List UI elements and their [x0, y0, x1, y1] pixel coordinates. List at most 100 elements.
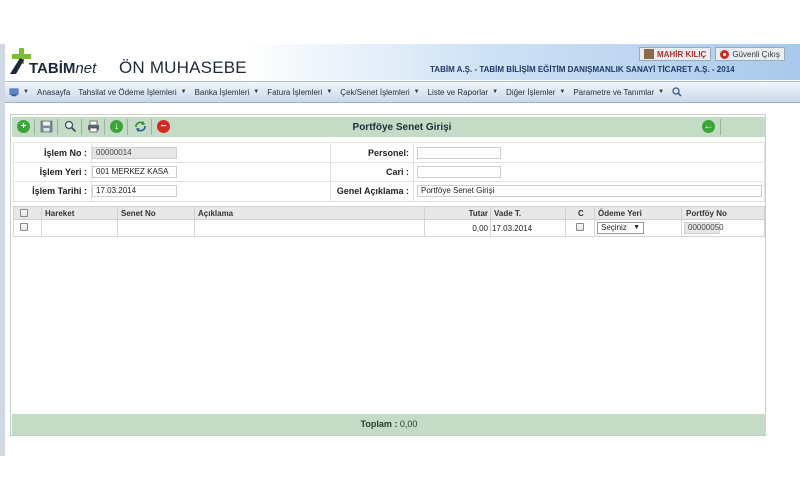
- select-all-checkbox[interactable]: [20, 209, 28, 217]
- islem-no-field[interactable]: 00000014: [92, 147, 177, 159]
- odeme-yeri-value: Seçiniz: [601, 223, 627, 232]
- menu-item-tahsilat[interactable]: Tahsilat ve Ödeme İşlemleri ▼: [74, 81, 190, 103]
- main-menu: ▼ Anasayfa Tahsilat ve Ödeme İşlemleri ▼ …: [5, 81, 800, 103]
- add-button[interactable]: +: [17, 120, 31, 134]
- grid-col-divider: [117, 220, 118, 237]
- row-checkbox[interactable]: [20, 223, 28, 231]
- col-tutar[interactable]: Tutar: [454, 209, 488, 218]
- islem-tarihi-field[interactable]: 17.03.2014: [92, 185, 177, 197]
- grid-col-divider: [565, 207, 566, 221]
- menu-item-diger[interactable]: Diğer İşlemler ▼: [502, 81, 569, 103]
- toolbar-divider: [57, 119, 58, 135]
- menu-item-anasayfa[interactable]: Anasayfa: [33, 81, 74, 103]
- grid-col-divider: [681, 220, 682, 237]
- download-button[interactable]: ↓: [110, 120, 124, 134]
- grid-col-divider: [424, 207, 425, 221]
- tabim-logo[interactable]: TABİMnet: [7, 44, 112, 80]
- search-icon: [672, 87, 682, 97]
- refresh-icon: [135, 121, 146, 132]
- search-icon: [64, 120, 77, 133]
- logout-label: Güvenli Çıkış: [732, 49, 780, 59]
- total-footer: Toplam : 0,00: [12, 414, 766, 435]
- home-icon: [9, 87, 19, 96]
- form-col-divider: [413, 143, 414, 201]
- total-value: 0,00: [399, 419, 418, 429]
- portfoy-no-field[interactable]: 00000050: [684, 222, 724, 234]
- senet-giris-panel: + ↓ − Portföye Senet Girişi ← İşlem No:…: [10, 114, 766, 436]
- grid-col-divider: [117, 207, 118, 221]
- menu-item-parametre[interactable]: Parametre ve Tanımlar ▼: [569, 81, 668, 103]
- app-header: TABİMnet ÖN MUHASEBE MAHİR KILIÇ Güvenli…: [5, 44, 800, 80]
- c-checkbox[interactable]: [576, 223, 584, 231]
- toolbar-divider: [127, 119, 128, 135]
- grid-header: Hareket Senet No Açıklama Tutar Vade T. …: [13, 206, 765, 221]
- genel-aciklama-field[interactable]: Portföye Senet Girişi: [417, 185, 762, 197]
- logout-button[interactable]: Güvenli Çıkış: [715, 47, 785, 61]
- odeme-yeri-select[interactable]: Seçiniz ▼: [597, 222, 644, 234]
- col-portfoy-no[interactable]: Portföy No: [686, 209, 727, 218]
- grid-col-divider: [681, 207, 682, 221]
- logout-icon: [720, 49, 730, 59]
- chevron-down-icon: ▼: [180, 89, 187, 95]
- form-row-divider: [14, 162, 766, 163]
- table-row[interactable]: 0,00 17.03.2014 Seçiniz ▼ 00000050: [13, 220, 765, 237]
- total-label: Toplam :: [360, 419, 398, 429]
- menu-item-fatura[interactable]: Fatura İşlemleri ▼: [263, 81, 336, 103]
- delete-button[interactable]: −: [157, 120, 171, 134]
- grid-col-divider: [490, 207, 491, 221]
- personel-field[interactable]: [417, 147, 501, 159]
- avatar: [644, 49, 654, 59]
- col-odeme-yeri[interactable]: Ödeme Yeri: [598, 209, 642, 218]
- toolbar-divider: [34, 119, 35, 135]
- page: TABİMnet ÖN MUHASEBE MAHİR KILIÇ Güvenli…: [0, 0, 800, 500]
- islem-yeri-field[interactable]: 001 MERKEZ KASA: [92, 166, 177, 178]
- toolbar-divider: [720, 119, 721, 135]
- grid-col-divider: [41, 207, 42, 221]
- cari-field[interactable]: [417, 166, 501, 178]
- col-c[interactable]: C: [578, 209, 584, 218]
- grid-col-divider: [594, 220, 595, 237]
- senet-grid: Hareket Senet No Açıklama Tutar Vade T. …: [13, 206, 765, 238]
- company-name: TABİM A.Ş. - TABİM BİLİŞİM EĞİTİM DANIŞM…: [430, 65, 735, 74]
- menu-home-button[interactable]: ▼: [5, 81, 33, 103]
- chevron-down-icon: ▼: [413, 89, 420, 95]
- save-icon: [40, 120, 53, 133]
- refresh-button[interactable]: [134, 120, 148, 134]
- col-vade[interactable]: Vade T.: [494, 209, 521, 218]
- menu-item-banka[interactable]: Banka İşlemleri ▼: [191, 81, 264, 103]
- chevron-down-icon: ▼: [492, 89, 499, 95]
- islem-yeri-label: İşlem Yeri :: [39, 167, 87, 177]
- app-title: ÖN MUHASEBE: [119, 58, 247, 77]
- logo-text: TABİMnet: [29, 60, 97, 77]
- back-button[interactable]: ←: [702, 120, 716, 134]
- panel-title: Portföye Senet Girişi: [352, 122, 452, 133]
- menu-search-button[interactable]: [668, 81, 686, 103]
- user-name-badge[interactable]: MAHİR KILIÇ: [639, 47, 712, 61]
- left-edge-strip: [0, 44, 5, 456]
- chevron-down-icon: ▼: [559, 89, 566, 95]
- dropdown-arrow-icon: ▼: [633, 224, 640, 231]
- menu-item-cek-senet[interactable]: Çek/Senet İşlemleri ▼: [336, 81, 423, 103]
- print-icon: [88, 120, 99, 133]
- search-button[interactable]: [64, 120, 78, 134]
- menu-item-liste-raporlar[interactable]: Liste ve Raporlar ▼: [424, 81, 502, 103]
- chevron-down-icon: ▼: [658, 89, 665, 95]
- chevron-down-icon: ▼: [326, 89, 333, 95]
- download-icon: ↓: [110, 120, 123, 133]
- col-senet-no[interactable]: Senet No: [121, 209, 156, 218]
- add-icon: +: [17, 120, 30, 133]
- save-button[interactable]: [40, 120, 54, 134]
- cari-label: Cari :: [385, 167, 409, 177]
- cell-vade[interactable]: 17.03.2014: [492, 224, 532, 233]
- grid-col-divider: [490, 220, 491, 237]
- islem-no-label: İşlem No :: [43, 148, 87, 158]
- delete-icon: −: [157, 120, 170, 133]
- user-box: MAHİR KILIÇ Güvenli Çıkış: [639, 47, 785, 61]
- col-hareket[interactable]: Hareket: [45, 209, 74, 218]
- cell-tutar[interactable]: 0,00: [454, 224, 488, 233]
- print-button[interactable]: [87, 120, 101, 134]
- genel-aciklama-label: Genel Açıklama :: [336, 186, 409, 196]
- senet-form: İşlem No : 00000014 İşlem Yeri : 001 MER…: [13, 142, 766, 202]
- back-icon: ←: [702, 120, 715, 133]
- col-aciklama[interactable]: Açıklama: [198, 209, 233, 218]
